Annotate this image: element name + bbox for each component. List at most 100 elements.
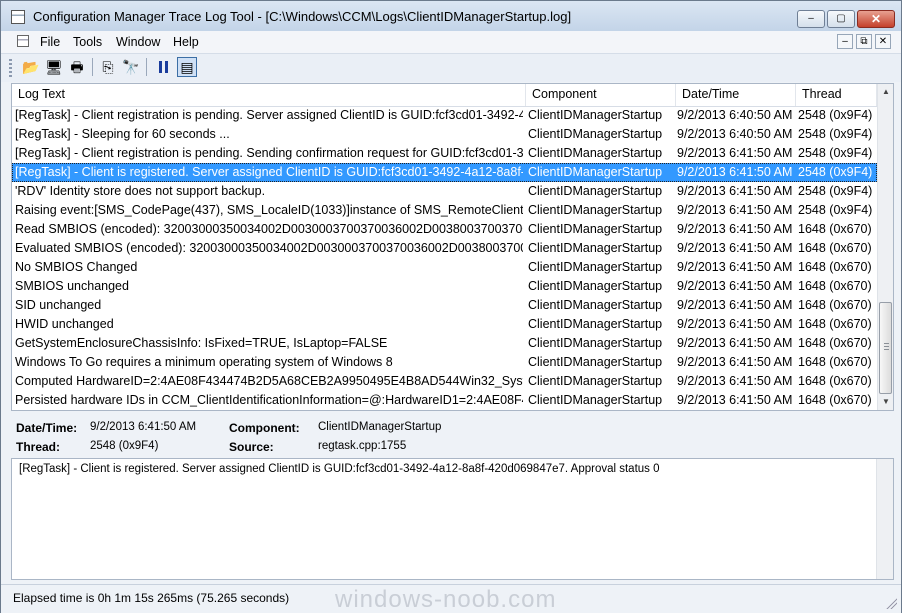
thread-cell: 2548 (0x9F4) [798,165,873,179]
log-text-cell: No SMBIOS Changed [15,260,138,274]
trace-log-window: Configuration Manager Trace Log Tool - [… [0,0,902,613]
menu-window[interactable]: Window [116,35,160,49]
pause-icon[interactable] [153,57,173,77]
date-time-cell: 9/2/2013 6:41:50 AM [677,260,793,274]
close-button[interactable]: ✕ [857,10,895,28]
toolbar-separator [146,58,147,76]
column-header-date-time[interactable]: Date/Time [676,84,796,106]
log-row[interactable]: [RegTask] - Sleeping for 60 seconds ... C… [12,125,877,144]
component-cell: ClientIDManagerStartup [528,298,663,312]
date-time-cell: 9/2/2013 6:40:50 AM [677,108,793,122]
log-row[interactable]: HWID unchanged ClientIDManagerStartup 9/2/… [12,315,877,334]
component-cell: ClientIDManagerStartup [528,355,663,369]
thread-cell: 2548 (0x9F4) [798,203,873,217]
log-text-cell: Computed HardwareID=2:4AE08F434474B2D5A6… [15,374,523,388]
log-row[interactable]: 'RDV' Identity store does not support ba… [12,182,877,201]
date-time-cell: 9/2/2013 6:41:50 AM [677,336,793,350]
log-text-cell: Read SMBIOS (encoded): 32003000350034002… [15,222,523,236]
thread-cell: 2548 (0x9F4) [798,184,873,198]
log-text-cell: GetSystemEnclosureChassisInfo: IsFixed=T… [15,336,388,350]
child-close-button[interactable]: ✕ [875,34,891,49]
log-list[interactable]: Log Text Component Date/Time Thread [Reg… [11,83,894,411]
column-header-log-text[interactable]: Log Text [12,84,526,106]
log-row[interactable]: Read SMBIOS (encoded): 32003000350034002… [12,220,877,239]
pause-glyph [158,61,168,73]
component-cell: ClientIDManagerStartup [528,260,663,274]
component-cell: ClientIDManagerStartup [528,222,663,236]
thread-cell: 2548 (0x9F4) [798,146,873,160]
log-view-icon[interactable]: ▤ [177,57,197,77]
date-time-cell: 9/2/2013 6:41:50 AM [677,241,793,255]
log-text-cell: Evaluated SMBIOS (encoded): 320030003500… [15,241,523,255]
menu-help[interactable]: Help [173,35,199,49]
menu-file[interactable]: File [40,35,60,49]
log-row[interactable]: [RegTask] - Client is registered. Server… [12,163,877,182]
log-row[interactable]: Persisted hardware IDs in CCM_ClientIden… [12,391,877,410]
log-text-cell: [RegTask] - Sleeping for 60 seconds ... [15,127,230,141]
message-text-box[interactable]: [RegTask] - Client is registered. Server… [11,458,894,580]
child-restore-button[interactable]: ⧉ [856,34,872,49]
open-folder-icon[interactable]: 📂 [21,57,41,77]
log-row[interactable]: Computed HardwareID=2:4AE08F434474B2D5A6… [12,372,877,391]
thread-cell: 2548 (0x9F4) [798,127,873,141]
scroll-down-arrow[interactable]: ▼ [878,394,893,410]
column-header-thread[interactable]: Thread [796,84,877,106]
thread-cell: 1648 (0x670) [798,355,872,369]
toolbar-grip[interactable] [9,59,12,77]
watermark-text: windows-noob.com [335,586,557,613]
thread-cell: 2548 (0x9F4) [798,108,873,122]
child-minimize-button[interactable]: – [837,34,853,49]
scroll-thumb[interactable] [879,302,892,394]
log-row[interactable]: [RegTask] - Client registration is pendi… [12,106,877,125]
title-bar[interactable]: Configuration Manager Trace Log Tool - [… [1,1,901,31]
component-value: ClientIDManagerStartup [318,421,442,433]
date-time-cell: 9/2/2013 6:41:50 AM [677,165,793,179]
log-row[interactable]: [RegTask] - Client registration is pendi… [12,144,877,163]
log-text-cell: SID unchanged [15,298,102,312]
column-header-component[interactable]: Component [526,84,676,106]
log-text-cell: Persisted hardware IDs in CCM_ClientIden… [15,393,523,407]
log-row[interactable]: No SMBIOS Changed ClientIDManagerStartup 9… [12,258,877,277]
date-time-cell: 9/2/2013 6:41:50 AM [677,317,793,331]
print-icon[interactable]: 🖶 [67,57,87,77]
log-row[interactable]: Windows To Go requires a minimum operati… [12,353,877,372]
date-time-cell: 9/2/2013 6:41:50 AM [677,184,793,198]
message-text: [RegTask] - Client is registered. Server… [19,463,660,475]
component-cell: ClientIDManagerStartup [528,108,663,122]
toolbar-separator [92,58,93,76]
menu-tools[interactable]: Tools [73,35,102,49]
component-cell: ClientIDManagerStartup [528,146,663,160]
app-icon[interactable] [11,10,25,24]
thread-value: 2548 (0x9F4) [90,440,159,452]
component-cell: ClientIDManagerStartup [528,374,663,388]
thread-cell: 1648 (0x670) [798,279,872,293]
log-text-cell: [RegTask] - Client is registered. Server… [15,165,523,179]
log-list-header: Log Text Component Date/Time Thread [12,84,877,107]
log-scrollbar[interactable]: ▲ ▼ [877,84,893,410]
message-scrollbar[interactable] [876,459,893,579]
date-time-cell: 9/2/2013 6:41:50 AM [677,355,793,369]
scroll-up-arrow[interactable]: ▲ [878,84,893,100]
copy-icon[interactable]: ⎘ [98,57,118,77]
log-row[interactable]: GetSystemEnclosureChassisInfo: IsFixed=T… [12,334,877,353]
log-row[interactable]: Evaluated SMBIOS (encoded): 320030003500… [12,239,877,258]
resize-grip[interactable] [885,597,897,609]
date-time-label: Date/Time: [16,421,78,435]
find-icon[interactable]: 🔭 [121,57,141,77]
log-row[interactable]: SMBIOS unchanged ClientIDManagerStartup 9/… [12,277,877,296]
component-cell: ClientIDManagerStartup [528,165,663,179]
component-label: Component: [229,421,300,435]
thread-cell: 1648 (0x670) [798,222,872,236]
thread-cell: 1648 (0x670) [798,336,872,350]
log-row[interactable]: SID unchanged ClientIDManagerStartup 9/2/2… [12,296,877,315]
log-text-cell: SMBIOS unchanged [15,279,129,293]
component-cell: ClientIDManagerStartup [528,241,663,255]
minimize-button[interactable]: – [797,10,825,28]
source-value: regtask.cpp:1755 [318,440,407,452]
print-preview-icon[interactable]: 🖥 [44,57,64,77]
document-icon[interactable] [17,35,29,47]
date-time-cell: 9/2/2013 6:41:50 AM [677,393,793,407]
log-row[interactable]: Raising event:[SMS_CodePage(437), SMS_Lo… [12,201,877,220]
date-time-cell: 9/2/2013 6:41:50 AM [677,298,793,312]
maximize-button[interactable]: ▢ [827,10,855,28]
